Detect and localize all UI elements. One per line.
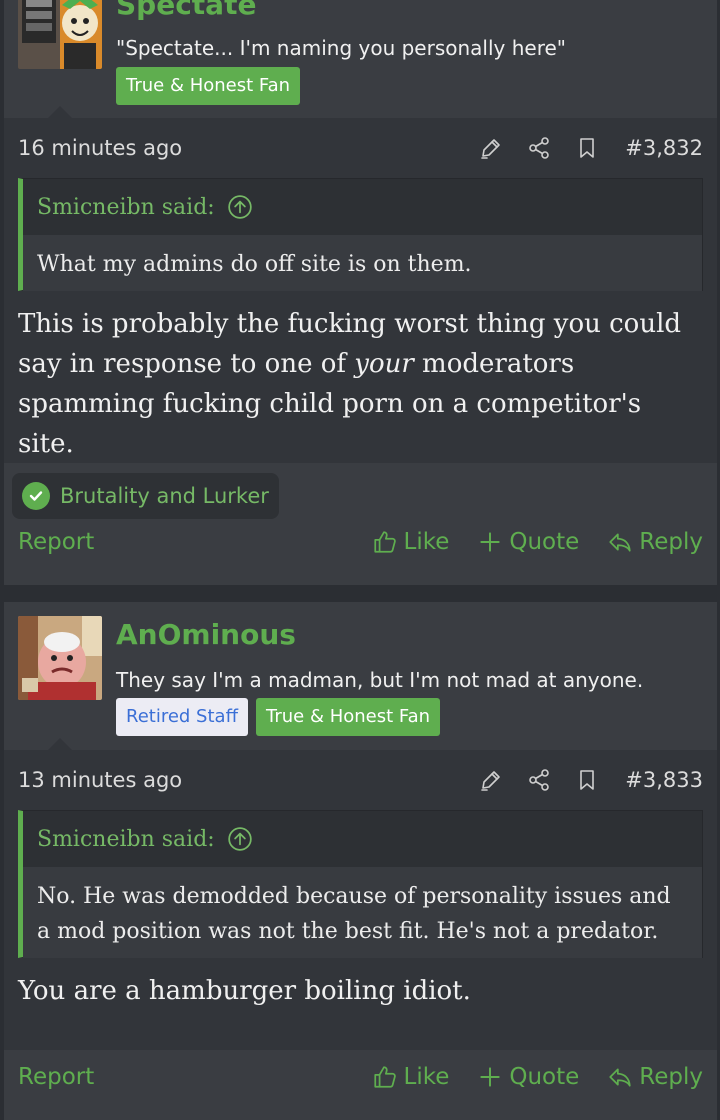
quote-header: Smicneibn said: <box>23 811 702 867</box>
post: AnOminous They say I'm a madman, but I'm… <box>4 602 717 1120</box>
like-label: Like <box>403 1064 450 1090</box>
user-title: "Spectate... I'm naming you personally h… <box>116 36 566 60</box>
report-link[interactable]: Report <box>18 529 344 555</box>
reaction-list[interactable]: Brutality and Lurker <box>60 484 269 508</box>
post-time[interactable]: 16 minutes ago <box>18 136 455 160</box>
user-banner: Retired Staff <box>116 698 248 736</box>
message-body: This is probably the fucking worst thing… <box>18 304 703 464</box>
message-arrow <box>48 106 72 118</box>
post-main: 13 minutes ago #3,833 Smicneibn said: No… <box>4 750 717 1050</box>
user-banner: True & Honest Fan <box>255 698 441 736</box>
bookmark-icon[interactable] <box>575 768 599 792</box>
avatar[interactable] <box>18 0 102 69</box>
user-info: Spectate "Spectate... I'm naming you per… <box>4 0 717 118</box>
reactions-bar[interactable]: Brutality and Lurker <box>12 473 279 519</box>
quote-button[interactable]: Quote <box>477 1064 579 1090</box>
reply-icon <box>609 1068 631 1087</box>
user-banner: True & Honest Fan <box>116 67 301 105</box>
edit-icon[interactable] <box>479 136 503 160</box>
post-footer: Brutality and Lurker Report Like Quote R… <box>4 463 717 585</box>
like-button[interactable]: Like <box>372 1064 450 1090</box>
thumbs-up-icon <box>373 531 396 553</box>
reply-label: Reply <box>639 1064 703 1090</box>
user-info: AnOminous They say I'm a madman, but I'm… <box>4 602 717 750</box>
post-meta: 16 minutes ago #3,832 <box>18 132 703 164</box>
plus-icon <box>480 532 501 552</box>
post-main: 16 minutes ago #3,832 Smicneibn said: Wh… <box>4 118 717 463</box>
arrow-up-circle-icon[interactable] <box>227 194 253 220</box>
edit-icon[interactable] <box>479 768 503 792</box>
post: Spectate "Spectate... I'm naming you per… <box>4 0 717 585</box>
reply-icon <box>609 533 631 552</box>
plus-icon <box>480 1067 501 1087</box>
post-footer: Report Like Quote Reply <box>4 1050 717 1120</box>
share-icon[interactable] <box>527 768 551 792</box>
checkmark-icon <box>22 482 50 510</box>
message-arrow <box>48 738 72 750</box>
quote-block: Smicneibn said: No. He was demodded beca… <box>18 810 703 958</box>
user-title: They say I'm a madman, but I'm not mad a… <box>116 668 644 692</box>
message-text: This is probably the fucking worst thing… <box>18 309 682 379</box>
post-actions: Report Like Quote Reply <box>18 1064 703 1090</box>
username[interactable]: Spectate <box>116 0 256 21</box>
quote-label: Quote <box>509 529 580 555</box>
reply-button[interactable]: Reply <box>607 1064 703 1090</box>
post-number[interactable]: #3,833 <box>625 768 703 792</box>
quote-block: Smicneibn said: What my admins do off si… <box>18 178 703 291</box>
thumbs-up-icon <box>373 1066 396 1088</box>
like-label: Like <box>403 529 450 555</box>
username[interactable]: AnOminous <box>116 618 296 651</box>
quote-text: What my admins do off site is on them. <box>23 235 702 291</box>
quote-text: No. He was demodded because of personali… <box>23 867 702 958</box>
arrow-up-circle-icon[interactable] <box>227 826 253 852</box>
user-banners: True & Honest Fan <box>116 67 301 105</box>
post-number[interactable]: #3,832 <box>625 136 703 160</box>
quote-author: Smicneibn said: <box>37 194 215 220</box>
quote-header: Smicneibn said: <box>23 179 702 235</box>
quote-label: Quote <box>509 1064 580 1090</box>
message-emphasis: your <box>354 349 414 379</box>
post-meta: 13 minutes ago #3,833 <box>18 764 703 796</box>
reply-button[interactable]: Reply <box>607 529 703 555</box>
like-button[interactable]: Like <box>372 529 450 555</box>
reply-label: Reply <box>639 529 703 555</box>
message-body: You are a hamburger boiling idiot. <box>18 976 471 1006</box>
report-link[interactable]: Report <box>18 1064 344 1090</box>
share-icon[interactable] <box>527 136 551 160</box>
post-actions: Report Like Quote Reply <box>18 529 703 555</box>
post-time[interactable]: 13 minutes ago <box>18 768 455 792</box>
quote-author: Smicneibn said: <box>37 826 215 852</box>
user-banners: Retired Staff True & Honest Fan <box>116 698 441 736</box>
quote-button[interactable]: Quote <box>477 529 579 555</box>
avatar[interactable] <box>18 616 102 700</box>
bookmark-icon[interactable] <box>575 136 599 160</box>
